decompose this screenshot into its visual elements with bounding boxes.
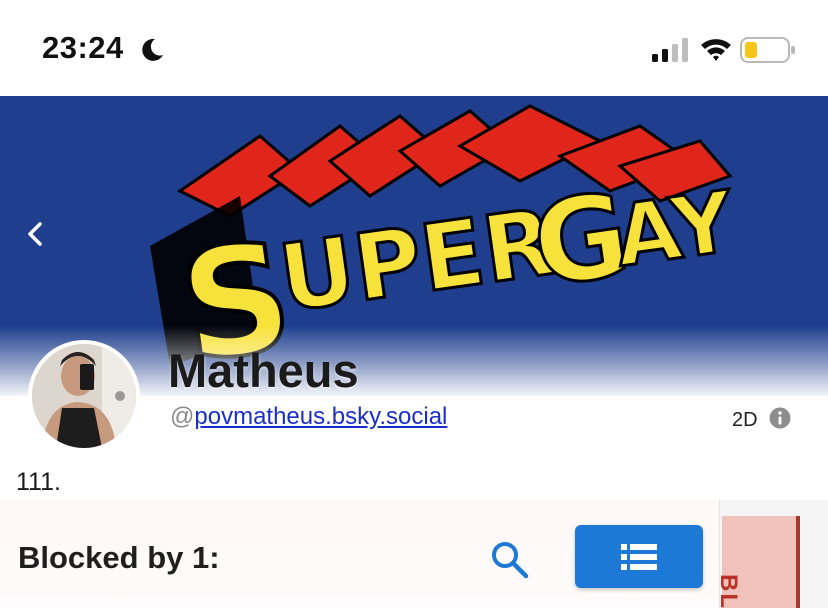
profile-bio: 111. <box>16 468 61 496</box>
handle-prefix: @ <box>170 403 195 430</box>
display-name: Matheus <box>168 344 359 397</box>
account-age: 2D <box>732 409 758 431</box>
avatar[interactable] <box>28 340 140 452</box>
wifi-icon <box>701 39 731 61</box>
list-icon <box>621 543 657 570</box>
back-button[interactable] <box>18 216 54 252</box>
status-bar: 23:24 <box>0 0 828 96</box>
handle-link[interactable]: povmatheus.bsky.social <box>194 403 447 430</box>
battery-icon <box>740 37 795 63</box>
profile-banner: S UPER G AY <box>0 96 828 396</box>
svg-text:AY: AY <box>609 172 740 286</box>
search-button[interactable] <box>488 538 530 580</box>
side-tab-label: BL <box>715 574 742 608</box>
list-view-button[interactable] <box>575 525 703 588</box>
blocked-heading: Blocked by 1: <box>18 540 220 575</box>
signal-icon <box>652 38 688 62</box>
status-time: 23:24 <box>42 30 124 65</box>
moon-icon <box>142 38 163 61</box>
avatar-photo <box>32 344 136 448</box>
svg-text:UPER: UPER <box>273 188 561 332</box>
info-icon[interactable] <box>769 407 791 429</box>
search-icon <box>492 542 529 579</box>
profile-handle: @povmatheus.bsky.social <box>170 403 447 431</box>
